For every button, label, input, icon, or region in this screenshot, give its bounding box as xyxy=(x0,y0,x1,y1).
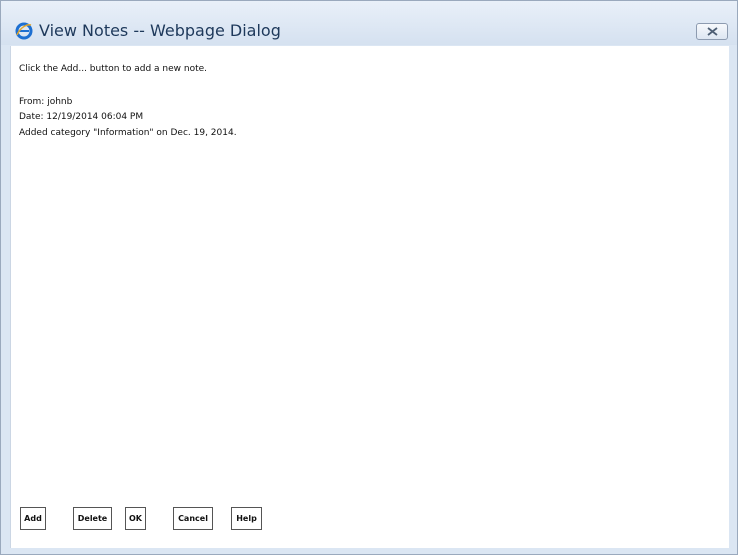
title-bar[interactable]: View Notes -- Webpage Dialog xyxy=(1,1,737,45)
window-title: View Notes -- Webpage Dialog xyxy=(39,21,281,40)
internet-explorer-icon xyxy=(15,22,33,40)
instructions-text: Click the Add... button to add a new not… xyxy=(19,64,208,74)
delete-button[interactable]: Delete xyxy=(73,507,112,530)
close-button[interactable] xyxy=(696,23,728,40)
note-date: Date: 12/19/2014 06:04 PM xyxy=(19,112,144,122)
notes-panel: Click the Add... button to add a new not… xyxy=(10,46,729,548)
note-body: Added category "Information" on Dec. 19,… xyxy=(19,128,237,138)
close-icon xyxy=(707,27,718,36)
cancel-button[interactable]: Cancel xyxy=(173,507,213,530)
note-from: From: johnb xyxy=(19,97,73,107)
dialog-window: View Notes -- Webpage Dialog Click the A… xyxy=(0,0,738,555)
ok-button[interactable]: OK xyxy=(125,507,146,530)
help-button[interactable]: Help xyxy=(231,507,262,530)
add-button[interactable]: Add xyxy=(20,507,46,530)
